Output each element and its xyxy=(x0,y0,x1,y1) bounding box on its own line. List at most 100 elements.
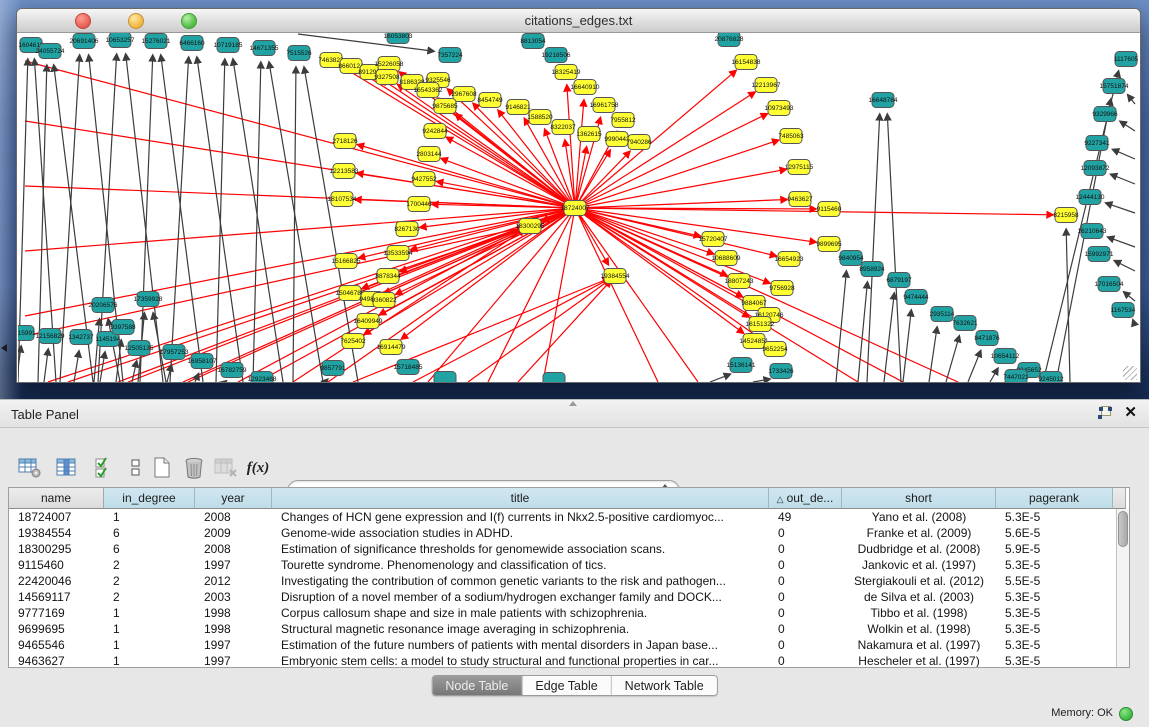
graph-node[interactable]: 1733426 xyxy=(768,364,794,379)
graph-node[interactable]: 19218506 xyxy=(542,48,571,63)
graph-node[interactable]: 8471876 xyxy=(974,331,1000,346)
table-cell[interactable]: 5.3E-5 xyxy=(996,621,1113,637)
graph-node[interactable]: 9756928 xyxy=(769,281,795,296)
table-row[interactable]: 1938455462009Genome-wide association stu… xyxy=(9,525,1116,541)
graph-node[interactable]: 8958924 xyxy=(859,262,885,277)
table-row[interactable]: 911546021997Tourette syndrome. Phenomeno… xyxy=(9,557,1116,573)
column-header-pagerank[interactable]: pagerank xyxy=(996,488,1113,509)
table-cell[interactable]: 2 xyxy=(104,557,195,573)
table-cell[interactable]: Changes of HCN gene expression and I(f) … xyxy=(272,509,769,525)
graph-node[interactable]: 16154838 xyxy=(732,55,761,70)
graph-node[interactable]: 7632621 xyxy=(952,316,978,331)
table-row[interactable]: 946554611997Estimation of the future num… xyxy=(9,637,1116,653)
citation-network-graph[interactable]: 1604619240557242069140610653257152760216… xyxy=(18,33,1139,382)
table-cell[interactable]: 0 xyxy=(769,557,842,573)
graph-node[interactable]: 8267130 xyxy=(394,222,420,237)
table-cell[interactable]: 5.3E-5 xyxy=(996,637,1113,653)
table-cell[interactable]: 2012 xyxy=(195,573,272,589)
graph-node[interactable]: 8215958 xyxy=(1053,208,1079,223)
table-cell[interactable]: 1998 xyxy=(195,621,272,637)
trash-icon[interactable] xyxy=(180,455,208,481)
graph-node[interactable] xyxy=(543,373,565,383)
graph-node[interactable]: 16648784 xyxy=(869,93,898,108)
graph-node[interactable]: 1700446 xyxy=(406,197,432,212)
graph-node[interactable]: 16409949 xyxy=(354,314,383,329)
column-header-name[interactable]: name xyxy=(9,488,104,509)
graph-node[interactable]: 7955812 xyxy=(610,113,636,128)
table-cell[interactable]: 0 xyxy=(769,541,842,557)
table-cell[interactable]: Corpus callosum shape and size in male p… xyxy=(272,605,769,621)
table-cell[interactable]: 5.3E-5 xyxy=(996,557,1113,573)
graph-node[interactable]: 15720407 xyxy=(699,232,728,247)
table-cell[interactable]: Embryonic stem cells: a model to study s… xyxy=(272,653,769,667)
graph-node[interactable]: 15718485 xyxy=(394,360,423,375)
graph-node[interactable]: 7485063 xyxy=(778,129,804,144)
table-cell[interactable]: 1998 xyxy=(195,605,272,621)
table-cell[interactable]: Disruption of a novel member of a sodium… xyxy=(272,589,769,605)
graph-node[interactable]: 1167534 xyxy=(1111,303,1136,318)
scrollbar-thumb[interactable] xyxy=(1118,511,1128,547)
table-cell[interactable]: 1 xyxy=(104,621,195,637)
graph-node[interactable]: 9474444 xyxy=(903,290,929,305)
table-cell[interactable]: 0 xyxy=(769,573,842,589)
table-header-row[interactable]: namein_degreeyeartitle△out_de...shortpag… xyxy=(9,488,1129,509)
table-cell[interactable]: Genome-wide association studies in ADHD. xyxy=(272,525,769,541)
node-table[interactable]: namein_degreeyeartitle△out_de...shortpag… xyxy=(8,487,1130,668)
graph-node[interactable]: 9463627 xyxy=(787,192,813,207)
table-cell[interactable]: 1997 xyxy=(195,653,272,667)
graph-node[interactable]: 15751874 xyxy=(1100,79,1129,94)
graph-node[interactable]: 16961758 xyxy=(590,98,619,113)
graph-node[interactable]: 9245012 xyxy=(1038,372,1064,383)
memory-status-indicator[interactable] xyxy=(1119,707,1133,721)
tab-network-table[interactable]: Network Table xyxy=(612,676,717,695)
table-cell[interactable]: 5.9E-5 xyxy=(996,541,1113,557)
graph-node[interactable]: 12213967 xyxy=(752,78,781,93)
graph-node[interactable]: 10688609 xyxy=(712,251,741,266)
graph-node[interactable]: 1117605 xyxy=(1114,52,1139,67)
table-cell[interactable]: 6 xyxy=(104,525,195,541)
table-cell[interactable]: 49 xyxy=(769,509,842,525)
table-tabs[interactable]: Node TableEdge TableNetwork Table xyxy=(431,675,717,696)
tab-node-table[interactable]: Node Table xyxy=(432,676,522,695)
table-cell[interactable]: Tibbo et al. (1998) xyxy=(842,605,996,621)
graph-node[interactable]: 2935114 xyxy=(930,307,955,322)
row-options-icon[interactable] xyxy=(122,455,150,481)
graph-node[interactable]: 12444130 xyxy=(1076,190,1105,205)
graph-node[interactable]: 16640910 xyxy=(571,80,600,95)
table-body[interactable]: 1872400712008Changes of HCN gene express… xyxy=(9,509,1116,667)
graph-node[interactable]: 1588520 xyxy=(527,110,553,125)
network-window-titlebar[interactable]: citations_edges.txt xyxy=(17,9,1140,33)
graph-node[interactable]: 12213583 xyxy=(330,164,359,179)
table-cell[interactable]: 2 xyxy=(104,573,195,589)
graph-node[interactable]: 9327508 xyxy=(374,70,400,85)
graph-node[interactable]: 1362615 xyxy=(576,127,602,142)
show-columns-icon[interactable] xyxy=(53,455,81,481)
graph-node[interactable]: 13533594 xyxy=(384,246,413,261)
table-cell[interactable]: 22420046 xyxy=(9,573,104,589)
graph-node[interactable]: 6466160 xyxy=(179,36,205,51)
graph-node[interactable]: 7515526 xyxy=(286,46,312,61)
graph-node[interactable]: 7447021 xyxy=(1003,370,1029,383)
table-settings-icon[interactable] xyxy=(16,455,44,481)
table-cell[interactable]: 1 xyxy=(104,653,195,667)
graph-node[interactable]: 20206576 xyxy=(89,298,118,313)
table-cell[interactable]: 2003 xyxy=(195,589,272,605)
table-cell[interactable]: Jankovic et al. (1997) xyxy=(842,557,996,573)
graph-node[interactable]: 8322037 xyxy=(550,120,576,135)
table-cell[interactable]: 2008 xyxy=(195,541,272,557)
table-cell[interactable]: 5.3E-5 xyxy=(996,509,1113,525)
close-panel-icon[interactable]: ✕ xyxy=(1124,406,1137,420)
split-pane-handle[interactable] xyxy=(569,401,577,406)
graph-node[interactable]: 12093872 xyxy=(1081,161,1110,176)
graph-node[interactable]: 10719185 xyxy=(214,38,243,53)
function-builder-icon[interactable]: f(x) xyxy=(244,455,272,481)
table-cell[interactable]: 19384554 xyxy=(9,525,104,541)
graph-node[interactable]: 15166825 xyxy=(332,254,361,269)
graph-node[interactable]: 17359928 xyxy=(134,292,163,307)
table-cell[interactable]: Nakamura et al. (1997) xyxy=(842,637,996,653)
graph-node[interactable]: 6879197 xyxy=(886,273,912,288)
window-resize-grip[interactable] xyxy=(1123,366,1137,380)
table-cell[interactable]: de Silva et al. (2003) xyxy=(842,589,996,605)
graph-node[interactable]: 15992971 xyxy=(1085,247,1114,262)
table-row[interactable]: 969969511998Structural magnetic resonanc… xyxy=(9,621,1116,637)
